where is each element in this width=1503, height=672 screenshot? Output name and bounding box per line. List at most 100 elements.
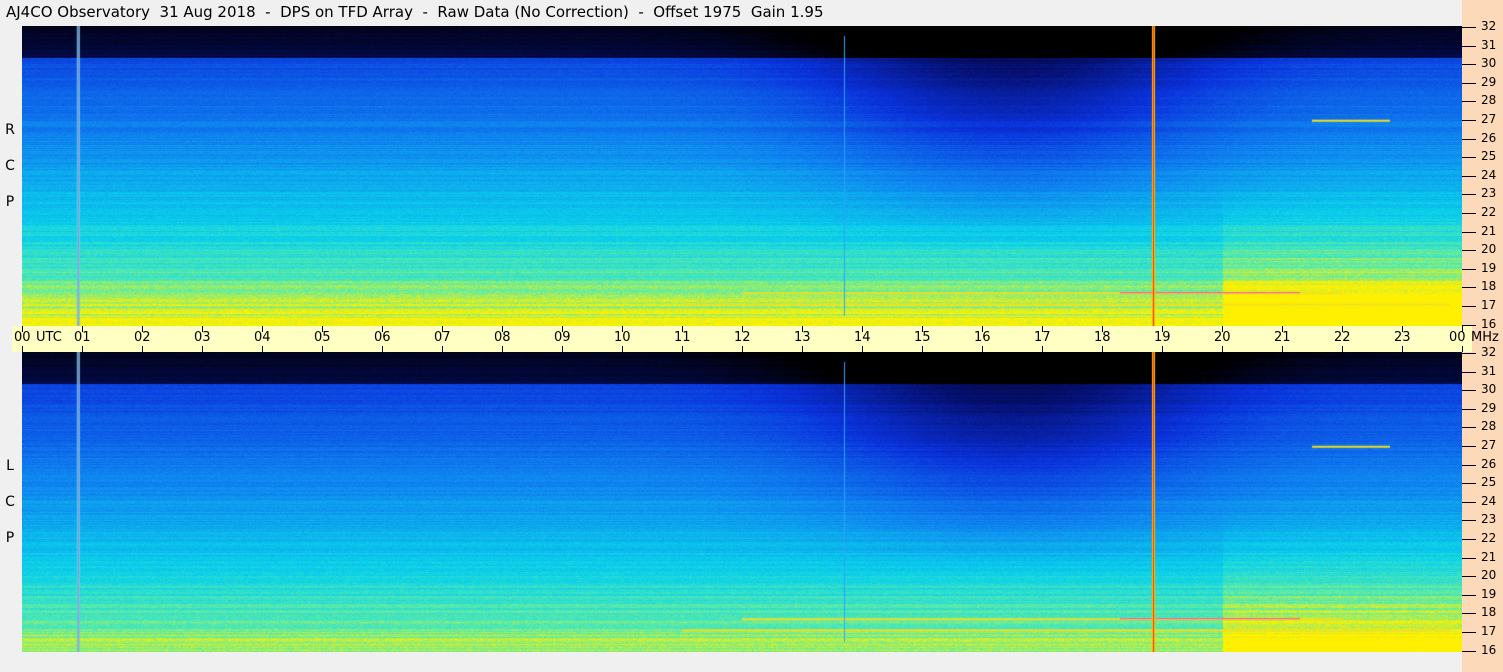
panel-label-letter: L bbox=[6, 458, 14, 474]
time-tick-mark bbox=[1102, 346, 1103, 352]
time-tick-mark bbox=[1402, 346, 1403, 352]
freq-tick-label: 23 bbox=[1481, 512, 1497, 527]
time-tick-mark bbox=[622, 346, 623, 352]
freq-tick-mark bbox=[1462, 576, 1476, 578]
lcp-spectrogram bbox=[22, 352, 1462, 652]
freq-tick-mark bbox=[1462, 101, 1476, 103]
freq-tick-mark bbox=[1462, 557, 1476, 559]
freq-tick-label: 32 bbox=[1481, 345, 1497, 359]
freq-tick-label: 24 bbox=[1481, 167, 1497, 182]
rcp-spectrogram bbox=[22, 26, 1462, 326]
time-tick-mark bbox=[1042, 346, 1043, 352]
freq-tick-mark bbox=[1462, 45, 1476, 47]
freq-tick-label: 17 bbox=[1481, 624, 1497, 638]
utc-label: UTC bbox=[36, 330, 62, 345]
time-tick-label: 08 bbox=[494, 330, 511, 345]
time-tick-mark bbox=[322, 346, 323, 352]
freq-tick-mark bbox=[1462, 27, 1476, 28]
freq-tick-mark bbox=[1462, 539, 1476, 540]
time-tick-label: 12 bbox=[734, 330, 751, 345]
freq-tick-label: 18 bbox=[1481, 279, 1497, 294]
freq-tick-mark bbox=[1462, 194, 1476, 196]
time-tick-mark bbox=[922, 346, 923, 352]
time-tick-label: 23 bbox=[1394, 330, 1411, 345]
freq-tick-label: 18 bbox=[1481, 605, 1497, 620]
time-tick-mark bbox=[1222, 346, 1223, 352]
time-tick-label: 09 bbox=[554, 330, 571, 345]
freq-tick-mark bbox=[1462, 306, 1476, 307]
freq-tick-label: 19 bbox=[1481, 260, 1497, 275]
freq-tick-mark bbox=[1462, 324, 1476, 326]
freq-tick-label: 21 bbox=[1481, 549, 1497, 564]
time-tick-mark bbox=[862, 346, 863, 352]
time-tick-mark bbox=[202, 346, 203, 352]
freq-tick-mark bbox=[1462, 287, 1476, 289]
time-tick-label: 06 bbox=[374, 330, 391, 345]
freq-tick-label: 29 bbox=[1481, 400, 1497, 415]
time-tick-label: 01 bbox=[74, 330, 91, 345]
time-tick-label: 18 bbox=[1094, 330, 1111, 345]
time-tick-mark bbox=[1462, 346, 1463, 352]
freq-tick-label: 29 bbox=[1481, 74, 1497, 89]
time-tick-label: 03 bbox=[194, 330, 211, 345]
freq-tick-label: 19 bbox=[1481, 586, 1497, 601]
time-tick-label: 07 bbox=[434, 330, 451, 345]
freq-tick-mark bbox=[1462, 446, 1476, 447]
freq-tick-mark bbox=[1462, 64, 1476, 66]
time-tick-mark bbox=[682, 346, 683, 352]
time-tick-label: 10 bbox=[614, 330, 631, 345]
freq-tick-mark bbox=[1462, 427, 1476, 429]
panel-label-letter: P bbox=[5, 530, 15, 546]
freq-tick-mark bbox=[1462, 157, 1476, 159]
time-tick-label: 16 bbox=[974, 330, 991, 345]
time-tick-mark bbox=[502, 346, 503, 352]
panel-label-letter: R bbox=[5, 122, 15, 138]
freq-tick-mark bbox=[1462, 594, 1476, 596]
panel-label-letter: P bbox=[5, 194, 15, 210]
freq-tick-label: 24 bbox=[1481, 493, 1497, 508]
time-tick-label: 14 bbox=[854, 330, 871, 345]
freq-tick-label: 31 bbox=[1481, 363, 1497, 378]
freq-tick-label: 28 bbox=[1481, 93, 1497, 108]
time-tick-mark bbox=[442, 346, 443, 352]
freq-tick-mark bbox=[1462, 82, 1476, 84]
freq-tick-label: 28 bbox=[1481, 419, 1497, 434]
panel-label-letter: C bbox=[5, 158, 15, 174]
freq-tick-mark bbox=[1462, 371, 1476, 373]
time-tick-mark bbox=[1282, 346, 1283, 352]
time-tick-label: 02 bbox=[134, 330, 151, 345]
freq-tick-mark bbox=[1462, 353, 1476, 354]
time-tick-label: 22 bbox=[1334, 330, 1351, 345]
freq-tick-mark bbox=[1462, 520, 1476, 522]
freq-tick-mark bbox=[1462, 464, 1476, 466]
freq-tick-label: 20 bbox=[1481, 568, 1497, 583]
freq-tick-label: 16 bbox=[1481, 316, 1497, 331]
freq-tick-label: 32 bbox=[1481, 19, 1497, 33]
freq-tick-label: 22 bbox=[1481, 205, 1497, 219]
time-tick-label: 19 bbox=[1154, 330, 1171, 345]
freq-tick-mark bbox=[1462, 613, 1476, 615]
freq-tick-label: 25 bbox=[1481, 475, 1497, 490]
freq-tick-label: 23 bbox=[1481, 186, 1497, 201]
time-tick-label: 15 bbox=[914, 330, 931, 345]
time-tick-label: 17 bbox=[1034, 330, 1051, 345]
time-tick-mark bbox=[742, 346, 743, 352]
freq-tick-label: 30 bbox=[1481, 56, 1497, 71]
freq-tick-mark bbox=[1462, 408, 1476, 410]
freq-tick-mark bbox=[1462, 250, 1476, 252]
freq-tick-label: 20 bbox=[1481, 242, 1497, 257]
freq-tick-mark bbox=[1462, 650, 1476, 652]
freq-tick-label: 25 bbox=[1481, 149, 1497, 164]
freq-tick-label: 16 bbox=[1481, 642, 1497, 657]
freq-tick-mark bbox=[1462, 632, 1476, 633]
time-tick-mark bbox=[982, 346, 983, 352]
time-tick-label: 05 bbox=[314, 330, 331, 345]
freq-tick-label: 30 bbox=[1481, 382, 1497, 397]
freq-tick-mark bbox=[1462, 501, 1476, 503]
freq-tick-label: 17 bbox=[1481, 298, 1497, 312]
time-tick-mark bbox=[142, 346, 143, 352]
time-tick-label: 00 bbox=[14, 330, 31, 345]
time-tick-mark bbox=[562, 346, 563, 352]
freq-tick-mark bbox=[1462, 138, 1476, 140]
freq-tick-mark bbox=[1462, 268, 1476, 270]
